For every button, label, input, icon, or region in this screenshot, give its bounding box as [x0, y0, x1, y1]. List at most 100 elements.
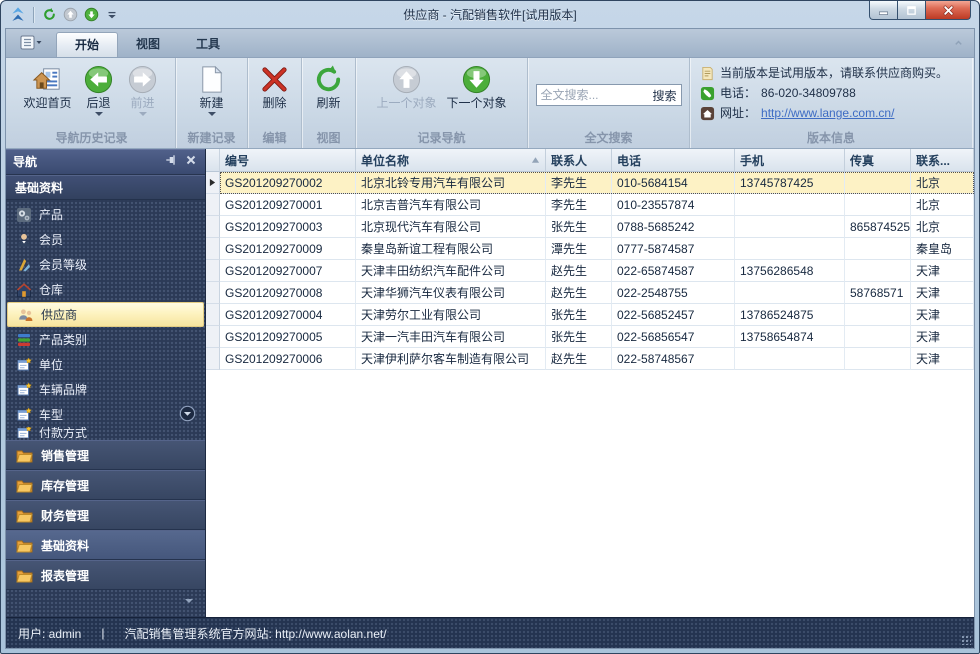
- row-selector[interactable]: [206, 238, 220, 260]
- welcome-home-button[interactable]: 欢迎首页: [18, 60, 76, 111]
- cell-phone: 022-2548755: [612, 282, 735, 304]
- column-header-contact[interactable]: 联系人: [546, 149, 612, 172]
- quick-previous-button[interactable]: [61, 6, 79, 24]
- sidebar-filler: [6, 590, 205, 617]
- cell-id: GS201209270005: [220, 326, 356, 348]
- table-row[interactable]: GS201209270004天津劳尔工业有限公司张先生022-568524571…: [206, 304, 974, 326]
- sidebar-item-vehicle-model[interactable]: 车型: [6, 402, 205, 427]
- row-selector[interactable]: [206, 260, 220, 282]
- column-header-name[interactable]: 单位名称: [356, 149, 546, 172]
- sidebar-group-inventory-mgmt[interactable]: 库存管理: [6, 470, 205, 500]
- sidebar-group-base-data[interactable]: 基础资料: [6, 530, 205, 560]
- minimize-button[interactable]: [869, 1, 898, 20]
- sidebar-item-member-level[interactable]: 会员等级: [6, 252, 205, 277]
- sidebar-group-label: 报表管理: [41, 567, 89, 584]
- fulltext-search-input[interactable]: [541, 88, 649, 102]
- forward-button[interactable]: 前进: [121, 60, 165, 120]
- sidebar-overflow-caret[interactable]: [185, 599, 193, 607]
- sidebar-item-member[interactable]: 会员: [6, 227, 205, 252]
- table-row[interactable]: GS201209270001北京吉普汽车有限公司李先生010-23557874北…: [206, 194, 974, 216]
- row-selector[interactable]: [206, 304, 220, 326]
- app-menu-button[interactable]: [14, 33, 48, 55]
- pin-button[interactable]: [163, 154, 178, 169]
- row-selector[interactable]: [206, 282, 220, 304]
- group-label-version: 版本信息: [692, 130, 970, 148]
- tab-tools[interactable]: 工具: [178, 32, 238, 57]
- folder-icon: [16, 508, 33, 523]
- close-button[interactable]: [926, 1, 971, 20]
- cell-city: 天津: [911, 282, 974, 304]
- new-button[interactable]: 新建: [190, 60, 234, 120]
- cell-fax: [845, 194, 911, 216]
- sidebar-item-payment-method[interactable]: 付款方式: [6, 427, 205, 438]
- sidebar-scroll-down-button[interactable]: [179, 405, 196, 422]
- cell-mobile: [735, 216, 845, 238]
- delete-button[interactable]: 删除: [253, 60, 297, 111]
- table-row[interactable]: GS201209270008天津华狮汽车仪表有限公司赵先生022-2548755…: [206, 282, 974, 304]
- quick-refresh-button[interactable]: [40, 6, 58, 24]
- cell-city: 北京: [911, 194, 974, 216]
- row-selector[interactable]: [206, 326, 220, 348]
- table-row[interactable]: GS201209270006天津伊利萨尔客车制造有限公司赵先生022-58748…: [206, 348, 974, 370]
- content: 导航 基础资料 产品会员会员等级仓库供应商产品类别单位车辆品牌车型付款方式 销售…: [6, 149, 974, 617]
- row-selector[interactable]: [206, 194, 220, 216]
- column-header-fax[interactable]: 传真: [845, 149, 911, 172]
- new-label: 新建: [199, 96, 223, 111]
- cell-name: 北京现代汽车有限公司: [356, 216, 546, 238]
- quick-next-button[interactable]: [82, 6, 100, 24]
- column-header-label: 联系...: [916, 152, 950, 169]
- tab-view[interactable]: 视图: [118, 32, 178, 57]
- sidebar-item-supplier[interactable]: 供应商: [7, 302, 204, 327]
- app-window: 供应商 - 汽配销售软件[试用版本] 开始视图工具 欢迎首页 后退: [0, 0, 980, 654]
- sidebar-group-finance-mgmt[interactable]: 财务管理: [6, 500, 205, 530]
- sidebar-group-label: 销售管理: [41, 447, 89, 464]
- column-header-mobile[interactable]: 手机: [735, 149, 845, 172]
- table-row[interactable]: GS201209270007天津丰田纺织汽车配件公司赵先生022-6587458…: [206, 260, 974, 282]
- tab-start[interactable]: 开始: [56, 32, 118, 57]
- ribbon-group-nav-history: 欢迎首页 后退 前进 导航历史记录: [8, 58, 176, 148]
- group-label-record-nav: 记录导航: [358, 130, 525, 148]
- sidebar-item-product-category[interactable]: 产品类别: [6, 327, 205, 352]
- sidebar-group-report-mgmt[interactable]: 报表管理: [6, 560, 205, 590]
- sidebar-item-product[interactable]: 产品: [6, 202, 205, 227]
- table-row[interactable]: GS201209270002北京北铃专用汽车有限公司李先生010-5684154…: [206, 172, 974, 194]
- sidebar-item-label: 车辆品牌: [39, 381, 87, 398]
- maximize-button[interactable]: [898, 1, 926, 20]
- cell-contact: 赵先生: [546, 348, 612, 370]
- row-selector[interactable]: [206, 172, 220, 194]
- sidebar-group-sales-mgmt[interactable]: 销售管理: [6, 440, 205, 470]
- row-selector[interactable]: [206, 348, 220, 370]
- ribbon-collapse-button[interactable]: [950, 36, 966, 52]
- table-row[interactable]: GS201209270003北京现代汽车有限公司张先生0788-56852428…: [206, 216, 974, 238]
- cell-contact: 张先生: [546, 216, 612, 238]
- table-row[interactable]: GS201209270005天津一汽丰田汽车有限公司张先生022-5685654…: [206, 326, 974, 348]
- cell-id: GS201209270008: [220, 282, 356, 304]
- column-header-id[interactable]: 编号: [220, 149, 356, 172]
- cell-phone: 022-56856547: [612, 326, 735, 348]
- product-icon: [16, 207, 32, 223]
- sidebar-item-warehouse[interactable]: 仓库: [6, 277, 205, 302]
- close-pane-button[interactable]: [183, 154, 198, 169]
- column-header-phone[interactable]: 电话: [612, 149, 735, 172]
- previous-object-button[interactable]: 上一个对象: [371, 60, 441, 111]
- column-header-city[interactable]: 联系...: [911, 149, 974, 172]
- resize-grip[interactable]: [960, 634, 971, 645]
- table-row[interactable]: GS201209270009秦皇岛新谊工程有限公司潭先生0777-5874587…: [206, 238, 974, 260]
- search-button[interactable]: 搜索: [648, 87, 676, 104]
- cell-name: 天津一汽丰田汽车有限公司: [356, 326, 546, 348]
- next-object-button[interactable]: 下一个对象: [442, 60, 512, 111]
- home-page-icon: [32, 63, 63, 96]
- row-cells: GS201209270003北京现代汽车有限公司张先生0788-56852428…: [220, 216, 974, 238]
- sidebar-item-unit[interactable]: 单位: [6, 352, 205, 377]
- vendor-site-link[interactable]: http://www.lange.com.cn/: [761, 103, 894, 123]
- row-selector[interactable]: [206, 216, 220, 238]
- trial-notice-row: 当前版本是试用版本，请联系供应商购买。: [700, 63, 962, 83]
- sidebar-group-label: 库存管理: [41, 477, 89, 494]
- sidebar-group-label: 财务管理: [41, 507, 89, 524]
- refresh-button[interactable]: 刷新: [307, 60, 351, 111]
- vendor-site-row: 网址： http://www.lange.com.cn/: [700, 103, 962, 123]
- sidebar-item-vehicle-brand[interactable]: 车辆品牌: [6, 377, 205, 402]
- toolbar-more-button[interactable]: [103, 6, 121, 24]
- back-button[interactable]: 后退: [77, 60, 121, 120]
- cell-city: 天津: [911, 260, 974, 282]
